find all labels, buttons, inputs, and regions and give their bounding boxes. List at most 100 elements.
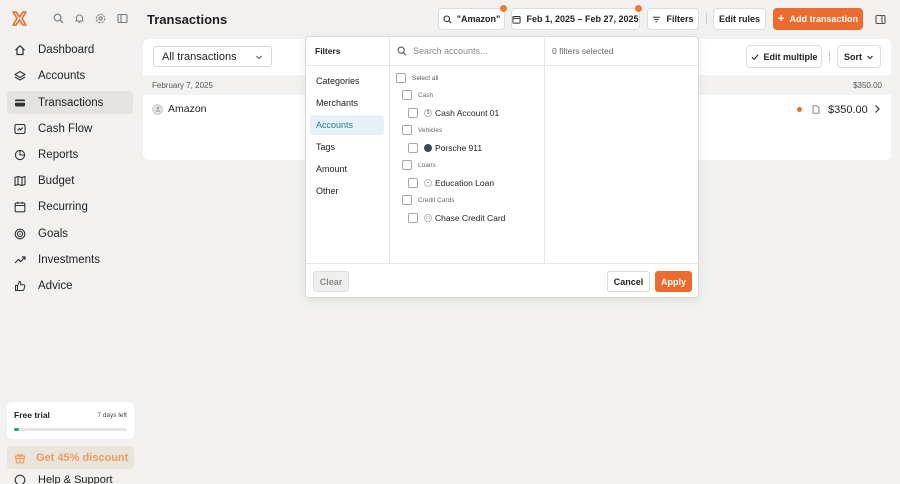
pie-icon — [14, 149, 26, 161]
help-icon — [14, 474, 26, 484]
apply-button[interactable]: Apply — [655, 271, 692, 292]
sidebar-item-transactions[interactable]: Transactions — [7, 91, 133, 114]
account-option-porsche[interactable]: Porsche 911 — [408, 143, 482, 153]
select-all-option[interactable]: Select all — [396, 73, 438, 83]
calendar-icon — [14, 201, 26, 213]
account-option-chase-card[interactable]: ▭ Chase Credit Card — [408, 213, 505, 223]
checkbox[interactable] — [408, 108, 418, 118]
credit-card-icon: ▭ — [424, 214, 432, 222]
account-group-cash[interactable]: Cash — [402, 90, 433, 100]
checkbox[interactable] — [402, 160, 412, 170]
cancel-button[interactable]: Cancel — [607, 271, 650, 292]
sidebar-item-goals[interactable]: Goals — [7, 222, 133, 245]
account-option-education-loan[interactable]: • Education Loan — [408, 178, 494, 188]
help-support-link[interactable]: Help & Support — [14, 474, 113, 484]
trend-icon — [14, 254, 26, 266]
search-icon — [397, 46, 407, 56]
sidebar-item-label: Reports — [38, 148, 79, 161]
filter-category-merchants[interactable]: Merchants — [310, 93, 384, 113]
filter-category-other[interactable]: Other — [310, 181, 384, 201]
checkbox[interactable] — [408, 178, 418, 188]
sidebar-item-budget[interactable]: Budget — [7, 169, 133, 192]
clear-button[interactable]: Clear — [313, 271, 349, 292]
transactions-view-select[interactable]: All transactions — [153, 46, 272, 67]
sidebar-item-investments[interactable]: Investments — [7, 248, 133, 271]
bell-icon[interactable] — [74, 13, 85, 24]
filter-category-accounts[interactable]: Accounts — [310, 115, 384, 135]
account-group-loans[interactable]: Loans — [402, 160, 436, 170]
chevron-right-icon[interactable] — [873, 104, 881, 114]
active-indicator-dot — [635, 5, 642, 12]
date-group-total: $350.00 — [853, 80, 882, 90]
map-icon — [14, 175, 26, 187]
sort-button[interactable]: Sort — [837, 45, 881, 68]
select-value: All transactions — [162, 50, 237, 63]
loan-icon: • — [424, 179, 432, 187]
add-transaction-button[interactable]: + Add transaction — [773, 8, 863, 30]
checkbox[interactable] — [408, 213, 418, 223]
sidebar-item-recurring[interactable]: Recurring — [7, 195, 133, 218]
checkbox[interactable] — [402, 125, 412, 135]
sidebar-item-cashflow[interactable]: Cash Flow — [7, 117, 133, 140]
help-label: Help & Support — [38, 474, 113, 484]
right-panel-toggle-icon[interactable] — [875, 14, 886, 25]
sidebar-item-label: Budget — [38, 174, 75, 187]
account-group-credit-cards[interactable]: Credit Cards — [402, 195, 454, 205]
edit-multiple-button[interactable]: Edit multiple — [746, 45, 822, 68]
dollar-icon: $ — [424, 109, 432, 117]
sidebar-item-accounts[interactable]: Accounts — [7, 64, 133, 87]
filter-category-tags[interactable]: Tags — [310, 137, 384, 157]
sidebar-item-dashboard[interactable]: Dashboard — [7, 38, 133, 61]
active-indicator-dot — [500, 5, 507, 12]
discount-button[interactable]: Get 45% discount — [7, 446, 134, 469]
toolbar-divider — [829, 51, 830, 62]
checkbox[interactable] — [402, 195, 412, 205]
filters-label: Filters — [666, 14, 694, 24]
checkbox[interactable] — [402, 90, 412, 100]
plus-icon: + — [778, 13, 785, 25]
sidebar-toggle-icon[interactable] — [117, 13, 128, 24]
card-icon — [14, 97, 26, 109]
trial-progress-bar — [14, 428, 127, 431]
sidebar-item-label: Transactions — [38, 96, 104, 109]
check-icon — [751, 53, 759, 61]
home-icon — [14, 44, 26, 56]
cashflow-icon — [14, 123, 26, 135]
app-logo[interactable] — [11, 11, 28, 26]
sidebar: Dashboard Accounts Transactions Cash Flo… — [0, 0, 140, 484]
checkbox[interactable] — [396, 73, 406, 83]
sidebar-item-label: Cash Flow — [38, 122, 93, 135]
filters-button[interactable]: Filters — [647, 8, 699, 30]
filter-category-amount[interactable]: Amount — [310, 159, 384, 179]
checkbox[interactable] — [408, 143, 418, 153]
edit-rules-button[interactable]: Edit rules — [713, 8, 766, 30]
filters-popover: Filters Categories Merchants Accounts Ta… — [305, 36, 700, 298]
account-option-cash-account[interactable]: $ Cash Account 01 — [408, 108, 499, 118]
free-trial-card[interactable]: Free trial 7 days left — [7, 402, 134, 439]
search-icon[interactable] — [53, 13, 64, 24]
trial-progress-fill — [14, 428, 19, 431]
account-group-label: Vehicles — [418, 126, 443, 134]
filter-icon — [652, 15, 661, 24]
gift-icon — [14, 452, 26, 464]
search-accounts-input[interactable]: Search accounts... — [413, 46, 488, 56]
accounts-filter-column: Search accounts... Select all Cash $ Cas… — [390, 37, 545, 263]
date-range-button[interactable]: Feb 1, 2025 – Feb 27, 2025 — [511, 5, 642, 30]
merchant-avatar — [152, 103, 163, 115]
sidebar-item-advice[interactable]: Advice — [7, 274, 133, 297]
popover-footer: Clear Cancel Apply — [306, 263, 698, 298]
account-group-label: Loans — [418, 161, 436, 169]
sidebar-item-label: Advice — [38, 279, 73, 292]
search-chip-label: "Amazon" — [456, 14, 501, 24]
account-group-vehicles[interactable]: Vehicles — [402, 125, 442, 135]
account-label: Porsche 911 — [435, 143, 483, 153]
filter-category-categories[interactable]: Categories — [310, 71, 384, 91]
account-search[interactable]: Search accounts... — [390, 37, 544, 66]
sort-label: Sort — [844, 51, 862, 62]
trial-days-left: 7 days left — [97, 411, 127, 419]
search-chip-button[interactable]: "Amazon" — [438, 5, 507, 30]
select-all-label: Select all — [412, 74, 439, 82]
sidebar-item-reports[interactable]: Reports — [7, 143, 133, 166]
target-icon — [14, 228, 26, 240]
gear-icon[interactable] — [95, 13, 106, 24]
